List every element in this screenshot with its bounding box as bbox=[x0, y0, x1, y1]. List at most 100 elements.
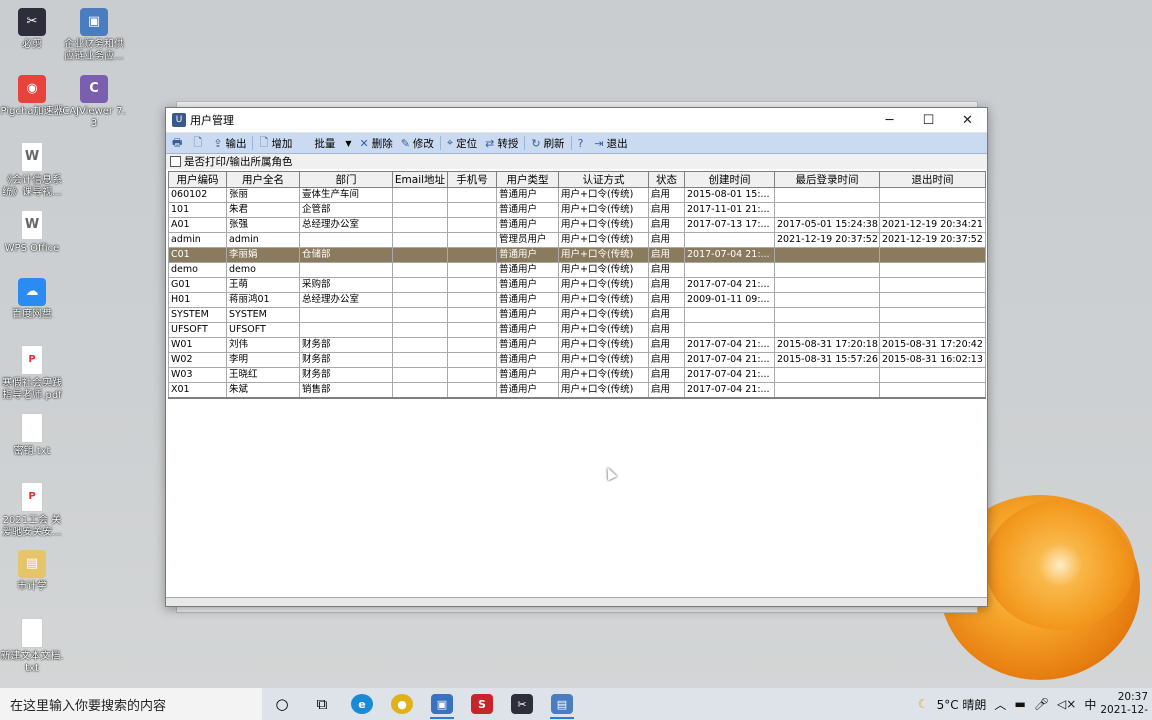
toolbar-button-export[interactable]: ⇪ 输出 bbox=[209, 134, 250, 152]
table-row[interactable]: UFSOFT UFSOFT 普通用户 用户+口令(传统) 启用 bbox=[168, 322, 986, 338]
desktop-shortcut[interactable]: ☁ 百度网盘 bbox=[0, 278, 64, 321]
table-row[interactable]: 101 朱君 企管部 普通用户 用户+口令(传统) 启用 2017-11-01 21:... bbox=[168, 202, 986, 218]
toolbar-button-edit[interactable]: ✎ 修改 bbox=[397, 134, 438, 152]
toolbar-button-batch[interactable]: 批量 ▼ bbox=[296, 134, 355, 152]
desktop-shortcut-label: WPS Office bbox=[4, 243, 60, 254]
table-row[interactable]: 060102 张丽 壹体生产车间 普通用户 用户+口令(传统) 启用 2015-08-01 … bbox=[168, 187, 986, 203]
taskbar-search-box[interactable]: 在这里输入你要搜索的内容 bbox=[0, 688, 262, 720]
desktop-shortcut[interactable]: P 寒假社会实践指导老师.pdf bbox=[0, 345, 64, 402]
table-cell: 普通用户 bbox=[496, 367, 559, 383]
taskbar-app-scissors-icon[interactable]: ✂ bbox=[502, 688, 542, 720]
desktop-shortcut[interactable]: W 《会计信息系统》课导视... bbox=[0, 142, 64, 199]
table-row[interactable]: H01 蒋丽鸿01 总经理办公室 普通用户 用户+口令(传统) 启用 2009-01-11 … bbox=[168, 292, 986, 308]
desktop-shortcut[interactable]: C CAJViewer 7.3 bbox=[62, 75, 126, 130]
edge-icon[interactable]: e bbox=[342, 688, 382, 720]
column-header[interactable]: 状态 bbox=[648, 171, 685, 188]
column-header[interactable]: 手机号 bbox=[447, 171, 497, 188]
table-row[interactable]: SYSTEM SYSTEM 普通用户 用户+口令(传统) 启用 bbox=[168, 307, 986, 323]
toolbar-button-preview[interactable]: 🗋 bbox=[189, 134, 209, 152]
table-cell bbox=[774, 292, 880, 308]
print-role-option[interactable]: 是否打印/输出所属角色 bbox=[166, 154, 987, 169]
column-header[interactable]: 用户类型 bbox=[496, 171, 559, 188]
table-cell bbox=[392, 292, 448, 308]
taskbar-app-erp-icon[interactable]: ▣ bbox=[422, 688, 462, 720]
desktop-shortcut[interactable]: ▤ 市计学 bbox=[0, 550, 64, 593]
minimize-button[interactable]: ─ bbox=[870, 108, 909, 132]
toolbar-button-help[interactable]: ? bbox=[574, 134, 591, 152]
table-cell bbox=[392, 307, 448, 323]
table-cell: 普通用户 bbox=[496, 277, 559, 293]
user-grid[interactable]: 用户编码 用户全名 部门 Email地址 手机号 用户类型 认证方式 状态 创建时间 最后登录时间… bbox=[168, 171, 986, 599]
table-cell: 刘伟 bbox=[226, 337, 300, 353]
table-row[interactable]: X01 朱斌 销售部 普通用户 用户+口令(传统) 启用 2017-07-04 21:... bbox=[168, 382, 986, 399]
desktop-shortcut-label: 《会计信息系统》课导视... bbox=[2, 175, 62, 198]
column-header[interactable]: 用户编码 bbox=[168, 171, 227, 188]
chevron-up-icon[interactable]: ︿ bbox=[994, 696, 1006, 713]
desktop-shortcut[interactable]: ✂ 必剪 bbox=[0, 8, 64, 51]
title-bar[interactable]: U 用户管理 ─ ☐ ✕ bbox=[166, 108, 987, 133]
column-header[interactable]: Email地址 bbox=[392, 171, 448, 188]
maximize-button[interactable]: ☐ bbox=[909, 108, 948, 132]
volume-icon[interactable]: ◁× bbox=[1057, 697, 1076, 711]
grid-header-row: 用户编码 用户全名 部门 Email地址 手机号 用户类型 认证方式 状态 创建时间 最后登录时间… bbox=[168, 171, 986, 188]
close-button[interactable]: ✕ bbox=[948, 108, 987, 132]
table-cell: 财务部 bbox=[299, 352, 393, 368]
taskbar-app-usermgmt-icon[interactable]: ▤ bbox=[542, 688, 582, 720]
desktop-shortcut[interactable]: 密钥.txt bbox=[0, 413, 64, 458]
chrome-icon[interactable]: ● bbox=[382, 688, 422, 720]
ime-indicator[interactable]: 中 bbox=[1084, 696, 1096, 713]
table-row[interactable]: G01 王萌 采购部 普通用户 用户+口令(传统) 启用 2017-07-04 21:... bbox=[168, 277, 986, 293]
desktop-shortcut[interactable]: 新建文本文档.txt bbox=[0, 618, 64, 675]
desktop-shortcut-label: 新建文本文档.txt bbox=[0, 651, 64, 674]
task-view-icon[interactable]: ⧉ bbox=[302, 688, 342, 720]
table-row[interactable]: W01 刘伟 财务部 普通用户 用户+口令(传统) 启用 2017-07-04 21:...… bbox=[168, 337, 986, 353]
column-header[interactable]: 认证方式 bbox=[558, 171, 649, 188]
desktop-shortcut-label: CAJViewer 7.3 bbox=[62, 106, 126, 129]
table-row[interactable]: W02 李明 财务部 普通用户 用户+口令(传统) 启用 2017-07-04 21:...… bbox=[168, 352, 986, 368]
table-cell: 用户+口令(传统) bbox=[558, 262, 649, 278]
table-cell: 普通用户 bbox=[496, 217, 559, 233]
table-cell: 用户+口令(传统) bbox=[558, 232, 649, 248]
column-header[interactable]: 部门 bbox=[299, 171, 393, 188]
toolbar-button-label: 输出 bbox=[225, 137, 247, 150]
clock[interactable]: 20:37 2021-12- bbox=[1100, 691, 1148, 717]
table-cell: 启用 bbox=[648, 307, 685, 323]
toolbar-button-add[interactable]: 🗋 增加 bbox=[255, 134, 296, 152]
microphone-icon[interactable]: 🎤︎ bbox=[1034, 697, 1049, 711]
cortana-icon[interactable]: ○ bbox=[262, 688, 302, 720]
toolbar-button-refresh[interactable]: ↻ 刷新 bbox=[527, 134, 568, 152]
column-header[interactable]: 最后登录时间 bbox=[774, 171, 880, 188]
desktop-shortcut-label: 市计学 bbox=[17, 581, 47, 592]
help-icon: ? bbox=[577, 136, 584, 150]
desktop-shortcut-label: 企业财务和供应链业务应... bbox=[64, 39, 124, 62]
desktop-shortcut[interactable]: P 2021工会 关爱驰安关安... bbox=[0, 482, 64, 539]
table-cell bbox=[879, 187, 986, 203]
toolbar-button-delete[interactable]: ✕ 删除 bbox=[355, 134, 396, 152]
table-row[interactable]: C01 李丽娟 仓储部 普通用户 用户+口令(传统) 启用 2017-07-04 21:..… bbox=[168, 247, 986, 263]
weather-text[interactable]: 5°C 晴朗 bbox=[937, 696, 987, 713]
toolbar-button-delegate[interactable]: ⇄ 转授 bbox=[481, 134, 522, 152]
print-role-checkbox[interactable] bbox=[170, 156, 181, 167]
desktop-shortcut[interactable]: ◉ Pigcha加速器 bbox=[0, 75, 64, 118]
desktop-shortcut[interactable]: W WPS Office bbox=[0, 210, 64, 255]
toolbar-button-locate[interactable]: ⌖ 定位 bbox=[443, 134, 481, 152]
taskbar-app-red-icon[interactable]: S bbox=[462, 688, 502, 720]
column-header[interactable]: 用户全名 bbox=[226, 171, 300, 188]
table-cell bbox=[392, 247, 448, 263]
toolbar-button-print[interactable]: 🖶 bbox=[168, 134, 189, 152]
table-cell: 101 bbox=[168, 202, 227, 218]
table-cell bbox=[684, 307, 775, 323]
table-row[interactable]: admin admin 管理员用户 用户+口令(传统) 启用 2021-12-19 20:… bbox=[168, 232, 986, 248]
desktop-shortcut[interactable]: ▣ 企业财务和供应链业务应... bbox=[62, 8, 126, 63]
battery-icon[interactable]: ▬ bbox=[1014, 697, 1025, 711]
table-cell: 2017-07-04 21:... bbox=[684, 247, 775, 263]
print-icon: 🖶 bbox=[172, 135, 183, 149]
toolbar-button-exit[interactable]: ⇥ 退出 bbox=[590, 134, 631, 152]
table-cell bbox=[299, 307, 393, 323]
column-header[interactable]: 创建时间 bbox=[684, 171, 775, 188]
table-row[interactable]: demo demo 普通用户 用户+口令(传统) 启用 bbox=[168, 262, 986, 278]
chevron-down-icon[interactable]: ▼ bbox=[345, 139, 351, 148]
table-row[interactable]: A01 张强 总经理办公室 普通用户 用户+口令(传统) 启用 2017-07-13 17:… bbox=[168, 217, 986, 233]
column-header[interactable]: 退出时间 bbox=[879, 171, 986, 188]
table-row[interactable]: W03 王晓红 财务部 普通用户 用户+口令(传统) 启用 2017-07-04 21:..… bbox=[168, 367, 986, 383]
